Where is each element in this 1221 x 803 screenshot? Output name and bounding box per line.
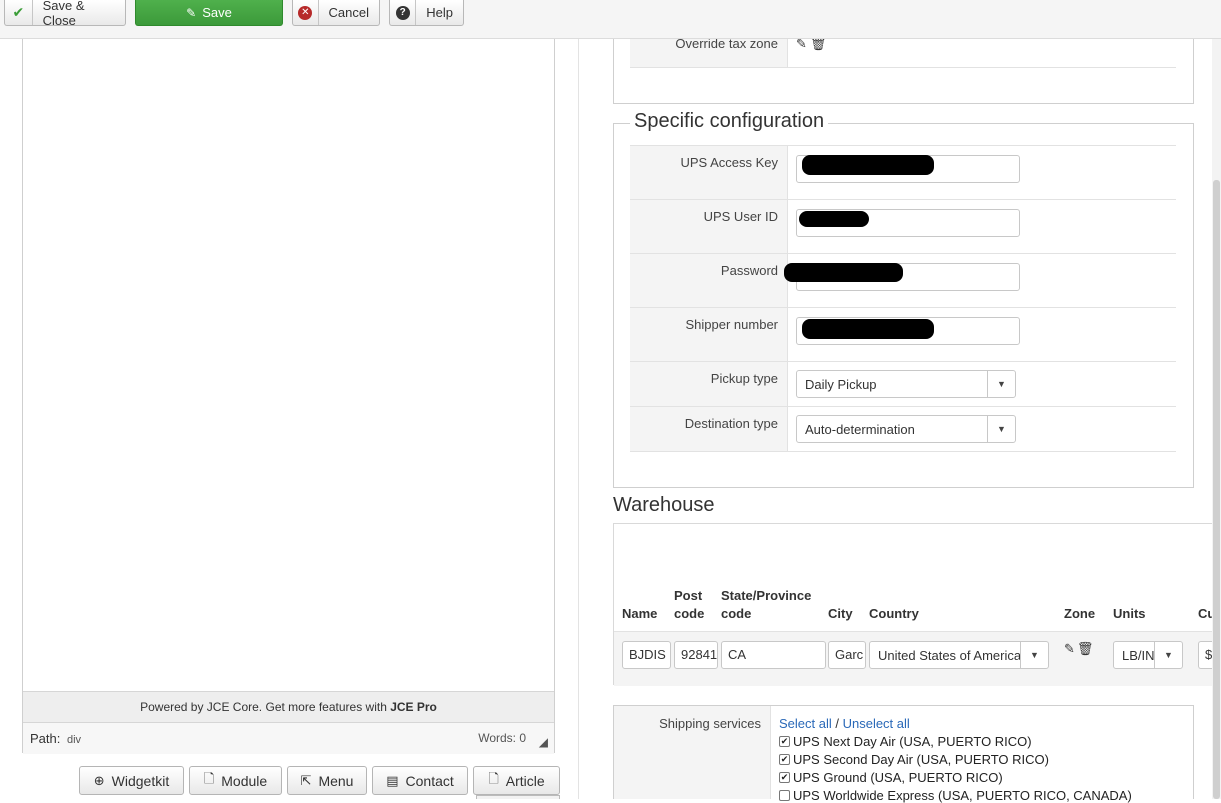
module-button[interactable]: 🗋 Module [189,766,282,795]
caret-down-icon: ▼ [1154,642,1182,668]
help-button[interactable]: ? Help [389,0,464,26]
share-icon: ⇱ [300,772,312,788]
powered-by-bar: Powered by JCE Core. Get more features w… [23,691,554,723]
path-indicator: Path: div [30,731,81,746]
column-divider [578,38,579,799]
pickup-type-label: Pickup type [630,362,788,406]
check-icon: ✔ [5,0,33,25]
col-country: Country [869,606,919,621]
specific-config-legend: Specific configuration [630,110,829,133]
widgetkit-label: Widgetkit [111,772,170,789]
path-value[interactable]: div [67,734,81,746]
article-button[interactable]: 🗋 Article [473,766,560,795]
pencil-icon[interactable]: ✎ [1064,641,1075,657]
warehouse-state-input[interactable]: CA [721,641,826,669]
redaction-mark [784,263,903,282]
col-post-code: Post code [674,588,705,621]
service-item[interactable]: UPS Worldwide Express (USA, PUERTO RICO,… [779,788,1132,803]
help-label: Help [426,5,453,20]
col-zone: Zone [1064,606,1096,621]
col-units: Units [1113,606,1146,621]
file-add-icon: 🗋 [488,770,499,786]
pickup-type-select[interactable]: Daily Pickup ▼ [796,370,1016,398]
powered-text: Powered by JCE Core. Get more features w… [140,700,391,714]
warehouse-units-value: LB/IN [1122,648,1154,663]
trash-icon[interactable]: 🗑 [1077,641,1094,657]
pickup-type-value: Daily Pickup [805,377,877,392]
select-all-link[interactable]: Select all [779,716,832,731]
toolbar: ✔ Save & Close ✎ Save ✕ Cancel ? Help [0,0,1221,39]
zone-actions: ✎ 🗑 [1064,641,1093,657]
menu-button[interactable]: ⇱ Menu [287,766,367,795]
destination-type-label: Destination type [630,407,788,451]
file-add-icon: 🗋 [203,770,215,786]
caret-down-icon: ▼ [987,371,1015,397]
ups-user-id-row: UPS User ID [630,199,1176,253]
save-close-button[interactable]: ✔ Save & Close [4,0,126,28]
shipper-number-label: Shipper number [630,308,788,361]
redaction-mark [799,211,869,227]
shipping-services-label: Shipping services [614,706,771,799]
redaction-mark [802,319,934,339]
service-item[interactable]: ✔ UPS Next Day Air (USA, PUERTO RICO) [779,734,1032,749]
article-label: Article [505,772,545,789]
caret-down-icon: ▼ [1020,642,1048,668]
menu-label: Menu [318,772,354,789]
warehouse-units-select[interactable]: LB/IN ▼ [1113,641,1183,669]
warehouse-name-input[interactable]: BJDIS [622,641,671,669]
select-links: Select all / Unselect all [779,716,910,731]
col-name: Name [622,606,658,621]
editor: Powered by JCE Core. Get more features w… [22,38,555,754]
warehouse-postcode-input[interactable]: 92841 [674,641,718,669]
contact-label: Contact [405,772,454,789]
service-item[interactable]: ✔ UPS Second Day Air (USA, PUERTO RICO) [779,752,1049,767]
contact-button[interactable]: ▤ Contact [372,766,468,795]
caret-down-icon: ▼ [987,416,1015,442]
checkbox-unchecked-icon[interactable] [779,790,790,801]
col-city: City [828,606,853,621]
edit-icon: ✎ [186,5,197,20]
destination-type-select[interactable]: Auto-determination ▼ [796,415,1016,443]
checkbox-checked-icon[interactable]: ✔ [779,772,790,783]
service-item[interactable]: ✔ UPS Ground (USA, PUERTO RICO) [779,770,1003,785]
warehouse-country-value: United States of America [878,648,1021,663]
redaction-mark [802,155,934,175]
editor-content-area[interactable] [23,39,554,691]
cancel-label: Cancel [328,5,369,20]
module-label: Module [221,772,268,789]
cancel-button[interactable]: ✕ Cancel [292,0,380,26]
address-book-icon: ▤ [386,772,399,788]
jce-pro-link[interactable]: JCE Pro [390,700,437,714]
warehouse-title: Warehouse [613,494,715,516]
unselect-all-link[interactable]: Unselect all [843,716,910,731]
editor-statusbar: Path: div Words: 0 ◢ [23,723,554,754]
password-label: Password [630,254,788,307]
destination-type-value: Auto-determination [805,422,915,437]
checkbox-checked-icon[interactable]: ✔ [779,754,790,765]
path-label: Path: [30,731,61,746]
save-label: Save [202,5,232,20]
ups-user-id-label: UPS User ID [630,200,788,253]
checkbox-checked-icon[interactable]: ✔ [779,736,790,747]
ups-access-key-label: UPS Access Key [630,146,788,199]
button-dropdown-edge [476,795,560,799]
help-icon: ? [390,0,417,25]
password-row: Password [630,253,1176,307]
col-state-code: State/Province code [721,588,812,621]
save-close-label: Save & Close [42,0,85,28]
plus-circle-icon: ⊕ [93,772,105,788]
cancel-icon: ✕ [293,0,319,25]
scrollbar-thumb[interactable] [1213,180,1220,799]
save-button[interactable]: ✎ Save [135,0,283,26]
warehouse-city-input[interactable]: Garc [828,641,866,669]
resize-handle-icon[interactable]: ◢ [539,735,548,749]
warehouse-country-select[interactable]: United States of America ▼ [869,641,1049,669]
word-count: Words: 0 [478,731,526,745]
widgetkit-button[interactable]: ⊕ Widgetkit [79,766,184,795]
